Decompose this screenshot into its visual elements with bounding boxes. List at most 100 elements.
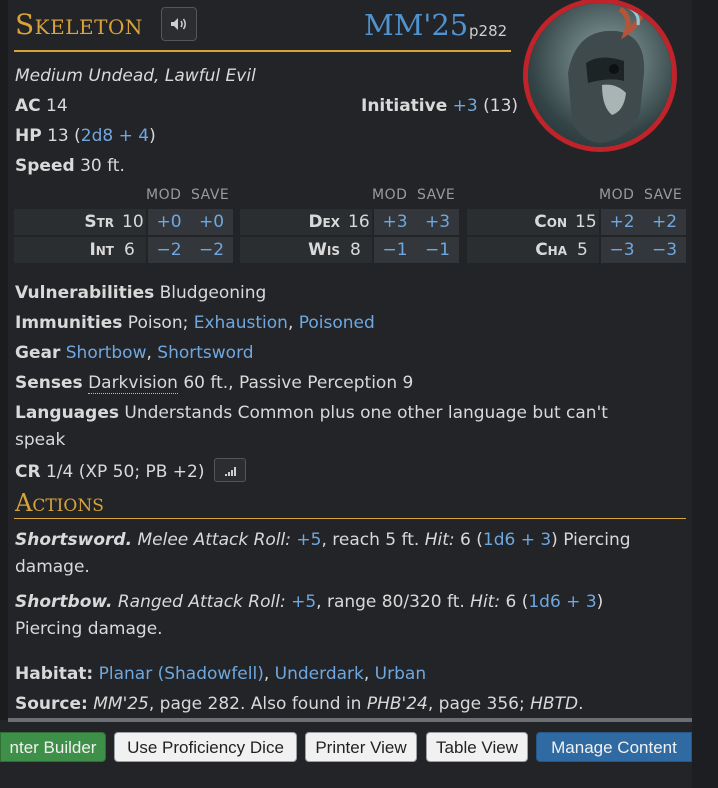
ability-save-roll[interactable]: −1 [416,237,459,263]
source-text: , page 282. Also found in [148,694,362,714]
ability-save-roll[interactable]: +3 [416,209,459,235]
immunities-row: Immunities Poison; Exhaustion, Poisoned [15,313,375,333]
challenge-rating-row: CR 1/4 (XP 50; PB +2) [15,458,246,484]
ability-row-str: Str 10 +0 +0 [14,209,233,235]
skeleton-helmet-icon [568,5,645,143]
hit-label: Hit: [424,530,455,550]
ability-score: 5 [567,237,599,263]
ability-name: Cha [467,237,567,263]
source-book: PHB'24 [366,694,428,714]
senses-label: Senses [15,373,83,393]
ability-row-wis: Wis 8 −1 −1 [240,237,459,263]
habitat-underdark-link[interactable]: Underdark [275,664,364,684]
source-book: HBTD [530,694,579,714]
title-divider [14,50,511,52]
gear-label: Gear [15,343,61,363]
initiative-roll[interactable]: +3 [453,96,478,116]
ability-block-dex-wis: Dex 16 +3 +3 Wis 8 −1 −1 [240,209,459,263]
manage-content-button[interactable]: Manage Content [536,732,692,762]
proficiency-dice-button[interactable]: Use Proficiency Dice [114,732,297,762]
ability-mod-roll[interactable]: −2 [148,237,190,263]
attack-bonus-roll[interactable]: +5 [291,592,316,612]
ability-mod-roll[interactable]: +0 [148,209,190,235]
ability-save-roll[interactable]: +2 [643,209,686,235]
hp-label: HP [15,126,42,146]
signal-bars-icon [224,467,236,476]
ability-row-cha: Cha 5 −3 −3 [467,237,686,263]
ability-name: Dex [240,209,340,235]
ability-score: 10 [114,209,146,235]
action-shortsword: Shortsword. Melee Attack Roll: +5, reach… [15,530,631,577]
ability-name: Str [14,209,114,235]
ability-block-str-int: Str 10 +0 +0 Int 6 −2 −2 [14,209,233,263]
languages-text-line1: Understands Common plus one other langua… [124,403,608,423]
shortbow-link[interactable]: Shortbow [66,343,147,363]
vulnerabilities-label: Vulnerabilities [15,283,155,303]
initiative-score: (13) [483,96,519,116]
hit-label: Hit: [470,592,501,612]
hp-value: 13 [47,126,69,146]
senses-row: Senses Darkvision 60 ft., Passive Percep… [15,373,414,394]
action-name: Shortsword. [15,530,133,550]
creature-name: Skeleton [15,8,143,41]
darkvision-link[interactable]: Darkvision [88,373,178,394]
source-text: , page 356; [427,694,525,714]
mod-header: MOD [146,187,182,203]
ability-name: Wis [240,237,340,263]
attack-bonus-roll[interactable]: +5 [296,530,321,550]
action-reach: , reach 5 ft. [321,530,420,550]
hit-value: 6 [505,592,517,612]
damage-roll[interactable]: 1d6 + 3 [483,530,551,550]
ability-save-roll[interactable]: −3 [643,237,686,263]
habitat-urban-link[interactable]: Urban [375,664,426,684]
hp-formula-roll[interactable]: 2d8 + 4 [81,126,149,146]
initiative-row: Initiative +3 (13) [361,96,518,116]
printer-view-button[interactable]: Printer View [305,732,417,762]
actions-divider [14,518,686,519]
immunities-label: Immunities [15,313,123,333]
encounter-builder-button[interactable]: nter Builder [0,732,106,762]
habitat-shadowfell-link[interactable]: Planar (Shadowfell) [99,664,264,684]
source-book: MM'25 [93,694,149,714]
ability-score: 15 [567,209,599,235]
shortsword-link[interactable]: Shortsword [157,343,253,363]
cr-scaler-button[interactable] [213,458,246,482]
mod-header: MOD [599,187,635,203]
ability-mod-roll[interactable]: +2 [601,209,643,235]
ac-label: AC [15,96,41,116]
pronunciation-button[interactable] [161,7,197,41]
source-text: . [578,694,584,714]
ability-save-roll[interactable]: −2 [190,237,233,263]
speaker-icon [171,18,186,30]
ability-mod-roll[interactable]: −1 [374,237,416,263]
exhaustion-link[interactable]: Exhaustion [194,313,288,333]
action-shortbow: Shortbow. Ranged Attack Roll: +5, range … [15,592,604,639]
damage-roll[interactable]: 1d6 + 3 [528,592,596,612]
creature-portrait[interactable] [528,3,672,147]
save-header: SAVE [417,187,456,203]
damage-text: ) Piercing [551,530,631,550]
languages-row: Languages Understands Common plus one ot… [15,400,680,454]
poisoned-link[interactable]: Poisoned [299,313,375,333]
hit-value: 6 [460,530,471,550]
ability-save-roll[interactable]: +0 [190,209,233,235]
ability-mod-roll[interactable]: +3 [374,209,416,235]
damage-text-cont: damage. [15,557,90,577]
languages-label: Languages [15,403,119,423]
damage-text: ) [596,592,604,612]
table-view-button[interactable]: Table View [426,732,528,762]
source-abbreviation[interactable]: MM'25 [364,8,468,42]
damage-text-cont: Piercing damage. [15,619,163,639]
armor-class-row: AC 14 [15,96,68,116]
scroll-gutter [692,0,718,788]
ability-row-int: Int 6 −2 −2 [14,237,233,263]
ac-value: 14 [46,96,68,116]
cr-label: CR [15,462,41,482]
senses-text: 60 ft., Passive Perception 9 [183,373,414,393]
ability-name: Int [14,237,114,263]
ability-mod-roll[interactable]: −3 [601,237,643,263]
speed-label: Speed [15,156,75,176]
hit-points-row: HP 13 (2d8 + 4) [15,126,156,146]
creature-type-line: Medium Undead, Lawful Evil [15,66,256,86]
ability-row-con: Con 15 +2 +2 [467,209,686,235]
